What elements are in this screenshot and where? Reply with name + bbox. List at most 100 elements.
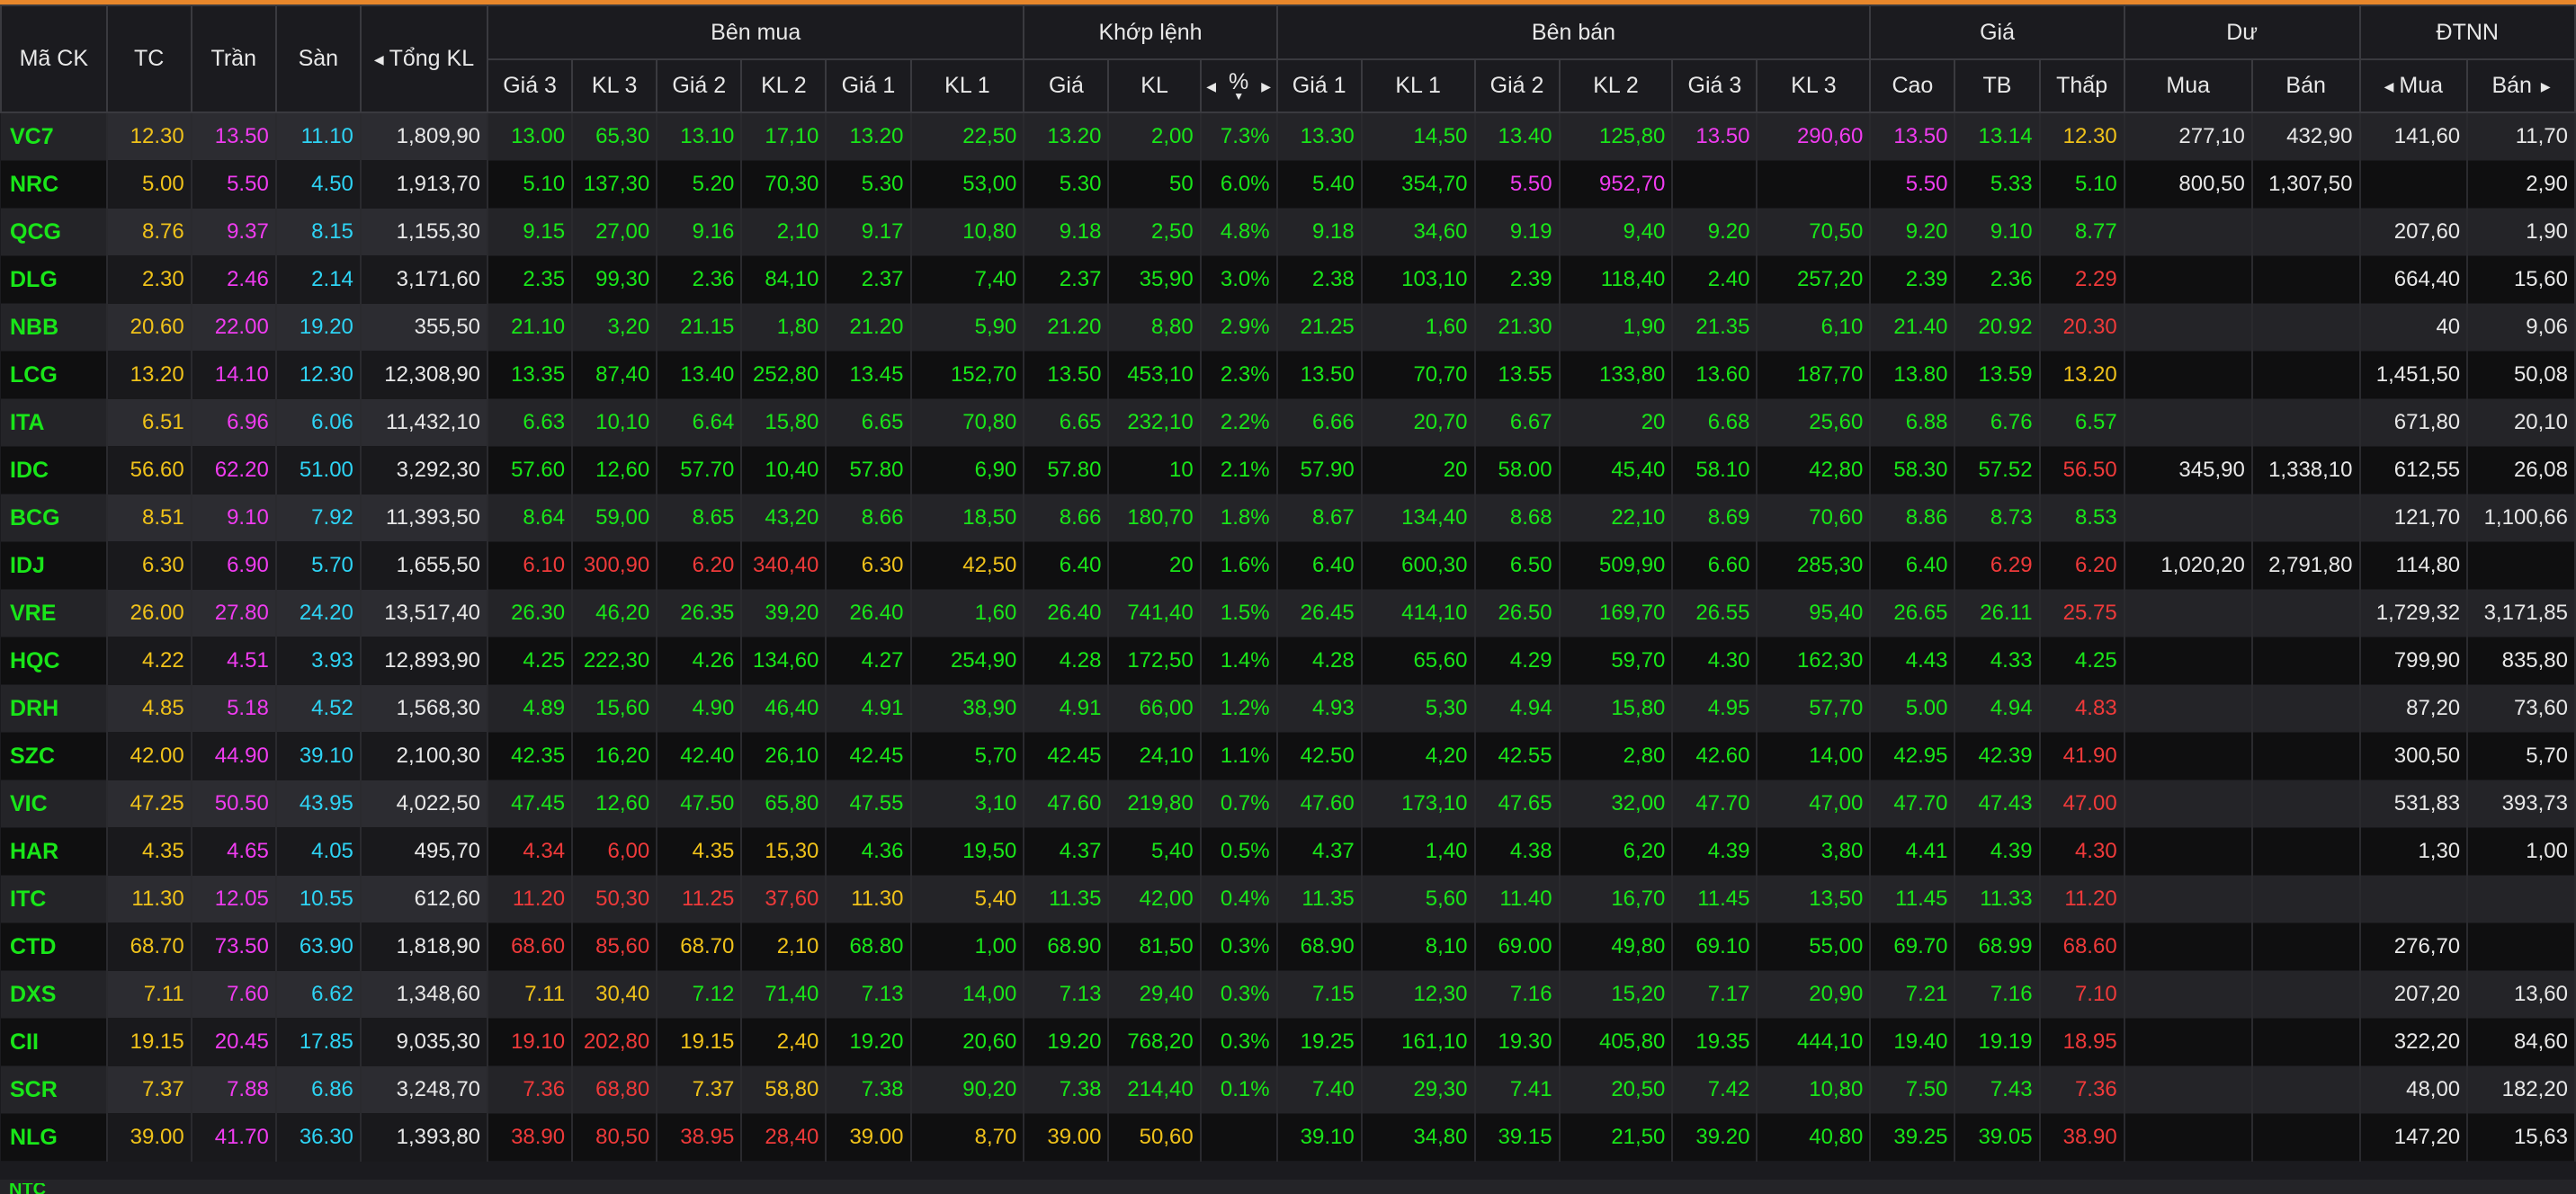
cell-bp2: 8.65 [657, 494, 743, 542]
stock-symbol[interactable]: DLG [1, 255, 108, 304]
header-match-vol[interactable]: KL [1107, 58, 1202, 113]
stock-symbol[interactable]: HAR [1, 827, 108, 876]
caret-right-icon[interactable]: ▶ [2541, 79, 2551, 94]
cell-bv2: 2,40 [741, 1018, 827, 1066]
table-row[interactable]: IDJ 6.30 6.90 5.70 1,655,50 6.10 300,90 6.20 340… [1, 541, 2576, 590]
cell-sp3: 21.35 [1672, 303, 1758, 352]
table-row[interactable]: VC7 12.30 13.50 11.10 1,809,90 13.00 65,30 13.1… [1, 112, 2576, 161]
stock-symbol[interactable]: VIC [1, 780, 108, 828]
table-row[interactable]: DXS 7.11 7.60 6.62 1,348,60 7.11 30,40 7.12 71,4… [1, 970, 2576, 1019]
header-foreign-sell[interactable]: Bán ▶ [2466, 58, 2576, 113]
table-row[interactable]: SCR 7.37 7.88 6.86 3,248,70 7.36 68,80 7.37 58,8… [1, 1065, 2576, 1114]
stock-symbol[interactable]: VRE [1, 589, 108, 637]
table-row[interactable]: BCG 8.51 9.10 7.92 11,393,50 8.64 59,00 8.65 43,… [1, 494, 2576, 542]
table-row-partial[interactable]: NTC [0, 1180, 2576, 1194]
header-ask-price-2[interactable]: Giá 2 [1473, 58, 1561, 113]
header-low[interactable]: Thấp [2038, 58, 2125, 113]
header-average[interactable]: TB [1954, 58, 2041, 113]
header-ask-vol-3[interactable]: KL 3 [1756, 58, 1872, 113]
header-remaining-sell[interactable]: Bán [2250, 58, 2361, 113]
stock-symbol[interactable]: IDJ [1, 541, 108, 590]
stock-symbol[interactable]: NRC [1, 160, 108, 209]
header-ceiling[interactable]: Trần [190, 4, 277, 113]
header-match-pct[interactable]: ◀ % ▼ ▶ [1199, 58, 1278, 113]
stock-symbol[interactable]: HQC [1, 637, 108, 685]
table-row[interactable]: VIC 47.25 50.50 43.95 4,022,50 47.45 12,60 47.5… [1, 780, 2576, 828]
table-row[interactable]: ITA 6.51 6.96 6.06 11,432,10 6.63 10,10 6.64 15,… [1, 398, 2576, 447]
cell-bp2: 4.26 [657, 637, 743, 685]
table-row[interactable]: HAR 4.35 4.65 4.05 495,70 4.34 6,00 4.35 15,30 4.… [1, 827, 2576, 876]
table-row[interactable]: LCG 13.20 14.10 12.30 12,308,90 13.35 87,40 13.… [1, 351, 2576, 399]
table-row[interactable]: HQC 4.22 4.51 3.93 12,893,90 4.25 222,30 4.26 13… [1, 637, 2576, 685]
table-row[interactable]: ITC 11.30 12.05 10.55 612,60 11.20 50,30 11.25 3… [1, 875, 2576, 923]
stock-symbol[interactable]: NBB [1, 303, 108, 352]
table-row[interactable]: DRH 4.85 5.18 4.52 1,568,30 4.89 15,60 4.90 46,4… [1, 684, 2576, 733]
cell-ceil: 2.46 [191, 255, 277, 304]
table-row[interactable]: QCG 8.76 9.37 8.15 1,155,30 9.15 27,00 9.16 2,10… [1, 208, 2576, 256]
stock-symbol[interactable]: SCR [1, 1065, 108, 1114]
stock-symbol[interactable]: SZC [1, 732, 108, 780]
caret-left-icon[interactable]: ◀ [2384, 79, 2394, 94]
cell-sp3: 6.60 [1672, 541, 1758, 590]
stock-symbol[interactable]: ITC [1, 875, 108, 923]
header-ask-vol-2[interactable]: KL 2 [1558, 58, 1674, 113]
header-high[interactable]: Cao [1869, 58, 1956, 113]
cell-sp2: 39.15 [1474, 1113, 1561, 1162]
cell-floor: 24.20 [275, 589, 362, 637]
table-row[interactable]: NBB 20.60 22.00 19.20 355,50 21.10 3,20 21.15 1,… [1, 303, 2576, 352]
stock-symbol[interactable]: CII [1, 1018, 108, 1066]
header-bid-vol-1[interactable]: KL 1 [909, 58, 1025, 113]
header-bid-price-2[interactable]: Giá 2 [656, 58, 743, 113]
table-row[interactable]: VRE 26.00 27.80 24.20 13,517,40 26.30 46,20 26.… [1, 589, 2576, 637]
cell-high: 4.43 [1870, 637, 1956, 685]
header-ask-price-3[interactable]: Giá 3 [1671, 58, 1758, 113]
stock-symbol[interactable]: DXS [1, 970, 108, 1019]
table-row[interactable]: CTD 68.70 73.50 63.90 1,818,90 68.60 85,60 68.7… [1, 922, 2576, 971]
cell-tc: 6.51 [106, 398, 192, 447]
header-symbol[interactable]: Mã CK [0, 4, 108, 113]
header-remaining-buy[interactable]: Mua [2123, 58, 2253, 113]
stock-symbol[interactable]: NTC [9, 1183, 46, 1194]
cell-bv1: 1,00 [910, 922, 1025, 971]
stock-symbol[interactable]: NLG [1, 1113, 108, 1162]
stock-symbol[interactable]: IDC [1, 446, 108, 495]
cell-avg: 42.39 [1954, 732, 2041, 780]
cell-sp3: 47.70 [1672, 780, 1758, 828]
table-row[interactable]: NLG 39.00 41.70 36.30 1,393,80 38.90 80,50 38.9… [1, 1113, 2576, 1162]
header-bid-vol-2[interactable]: KL 2 [740, 58, 827, 113]
caret-left-icon[interactable]: ◀ [1206, 79, 1216, 94]
stock-symbol[interactable]: CTD [1, 922, 108, 971]
stock-symbol[interactable]: QCG [1, 208, 108, 256]
cell-sv1: 1,40 [1361, 827, 1476, 876]
header-ask-vol-1[interactable]: KL 1 [1360, 58, 1476, 113]
header-foreign-buy[interactable]: ◀ Mua [2358, 58, 2469, 113]
header-match-price[interactable]: Giá [1023, 58, 1110, 113]
header-bid-price-3[interactable]: Giá 3 [487, 58, 574, 113]
stock-symbol[interactable]: DRH [1, 684, 108, 733]
sort-desc-icon[interactable]: ▼ [1233, 91, 1244, 102]
table-row[interactable]: SZC 42.00 44.90 39.10 2,100,30 42.35 16,20 42.4… [1, 732, 2576, 780]
cell-bv2: 46,40 [741, 684, 827, 733]
cell-sv1: 5,30 [1361, 684, 1476, 733]
caret-right-icon[interactable]: ▶ [1261, 79, 1271, 94]
stock-symbol[interactable]: ITA [1, 398, 108, 447]
cell-sv2: 6,20 [1559, 827, 1674, 876]
cell-tc: 4.22 [106, 637, 192, 685]
stock-symbol[interactable]: BCG [1, 494, 108, 542]
cell-bv3: 15,60 [572, 684, 658, 733]
table-row[interactable]: IDC 56.60 62.20 51.00 3,292,30 57.60 12,60 57.7… [1, 446, 2576, 495]
header-total-volume[interactable]: ◀ Tổng KL [359, 4, 489, 113]
header-reference[interactable]: TC [105, 4, 192, 113]
cell-sv2: 15,20 [1559, 970, 1674, 1019]
table-row[interactable]: NRC 5.00 5.50 4.50 1,913,70 5.10 137,30 5.20 70,… [1, 160, 2576, 209]
stock-symbol[interactable]: VC7 [1, 112, 108, 161]
cell-pct: 1.1% [1200, 732, 1278, 780]
header-bid-vol-3[interactable]: KL 3 [571, 58, 658, 113]
header-floor[interactable]: Sàn [274, 4, 362, 113]
caret-left-icon[interactable]: ◀ [374, 52, 384, 67]
table-row[interactable]: CII 19.15 20.45 17.85 9,035,30 19.10 202,80 19.… [1, 1018, 2576, 1066]
stock-symbol[interactable]: LCG [1, 351, 108, 399]
header-ask-price-1[interactable]: Giá 1 [1275, 58, 1363, 113]
header-bid-price-1[interactable]: Giá 1 [825, 58, 912, 113]
table-row[interactable]: DLG 2.30 2.46 2.14 3,171,60 2.35 99,30 2.36 84,1… [1, 255, 2576, 304]
